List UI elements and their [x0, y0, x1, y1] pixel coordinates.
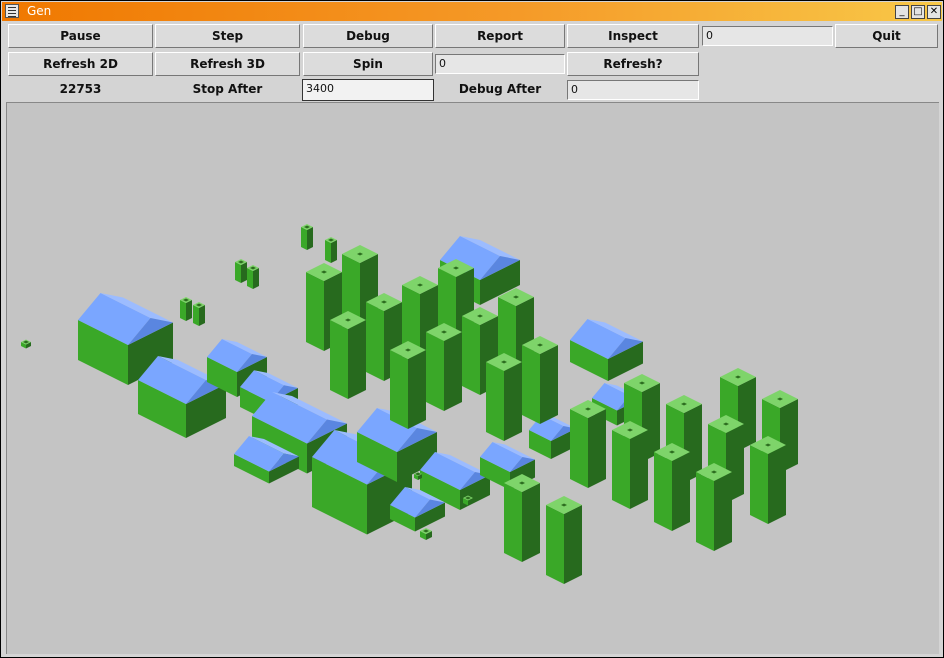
tower-wall-right: [186, 300, 192, 321]
app-window: Gen _ □ ✕ Pause Step Debug Report Inspec…: [0, 0, 944, 658]
tower-wall-right: [630, 430, 648, 509]
tower-wall-left: [330, 320, 348, 399]
minimize-icon[interactable]: _: [895, 5, 909, 19]
inspect-field[interactable]: 0: [702, 26, 833, 46]
tower-wall-right: [307, 227, 313, 250]
tower-wall-left: [696, 472, 714, 551]
step-counter: 22753: [59, 82, 102, 96]
tower-wall-left: [180, 300, 186, 321]
tower-wall-right: [408, 350, 426, 429]
report-button[interactable]: Report: [435, 24, 565, 48]
tower-wall-right: [241, 262, 247, 283]
tower-wall-right: [588, 409, 606, 488]
debug-after-label: Debug After: [458, 82, 542, 96]
tower-wall-left: [462, 316, 480, 395]
refresh-toggle-button[interactable]: Refresh?: [567, 52, 699, 76]
tower-wall-left: [612, 430, 630, 509]
stop-after-input[interactable]: 3400: [302, 79, 434, 101]
tower-wall-left: [306, 272, 324, 351]
tower-wall-left: [522, 345, 540, 424]
tower-wall-right: [672, 452, 690, 531]
pause-button[interactable]: Pause: [8, 24, 153, 48]
3d-viewport[interactable]: [6, 102, 939, 654]
quit-button[interactable]: Quit: [835, 24, 938, 48]
city-scene: [21, 224, 798, 584]
tower-wall-left: [235, 262, 241, 283]
debug-after-field[interactable]: 0: [567, 80, 699, 100]
tower-wall-right: [348, 320, 366, 399]
tower-wall-right: [253, 268, 259, 289]
tower-wall-left: [390, 350, 408, 429]
tower-wall-right: [504, 362, 522, 441]
spin-field[interactable]: 0: [435, 54, 565, 74]
tower-wall-left: [570, 409, 588, 488]
maximize-icon[interactable]: □: [911, 5, 925, 19]
spin-button[interactable]: Spin: [303, 52, 433, 76]
inspect-button[interactable]: Inspect: [567, 24, 699, 48]
tower-wall-left: [750, 445, 768, 524]
window-menu-icon[interactable]: [5, 4, 19, 18]
tower-wall-left: [193, 305, 199, 326]
tower-wall-right: [540, 345, 558, 424]
tower-wall-left: [504, 483, 522, 562]
tower-wall-right: [768, 445, 786, 524]
tower-wall-left: [654, 452, 672, 531]
tower-wall-right: [331, 240, 337, 263]
tower-wall-left: [247, 268, 253, 289]
tower-wall-left: [301, 227, 307, 250]
tower-wall-right: [714, 472, 732, 551]
title-bar[interactable]: Gen _ □ ✕: [2, 2, 942, 21]
refresh-2d-button[interactable]: Refresh 2D: [8, 52, 153, 76]
tower-wall-left: [426, 332, 444, 411]
tower-wall-right: [199, 305, 205, 326]
tower-wall-right: [444, 332, 462, 411]
tower-wall-left: [546, 505, 564, 584]
window-title: Gen: [27, 4, 52, 18]
close-icon[interactable]: ✕: [927, 5, 941, 19]
tower-wall-right: [522, 483, 540, 562]
tower-wall-left: [366, 302, 384, 381]
tower-wall-left: [325, 240, 331, 263]
tower-wall-left: [486, 362, 504, 441]
stop-after-label: Stop After: [192, 82, 263, 96]
debug-button[interactable]: Debug: [303, 24, 433, 48]
step-button[interactable]: Step: [155, 24, 300, 48]
tower-wall-right: [564, 505, 582, 584]
refresh-3d-button[interactable]: Refresh 3D: [155, 52, 300, 76]
